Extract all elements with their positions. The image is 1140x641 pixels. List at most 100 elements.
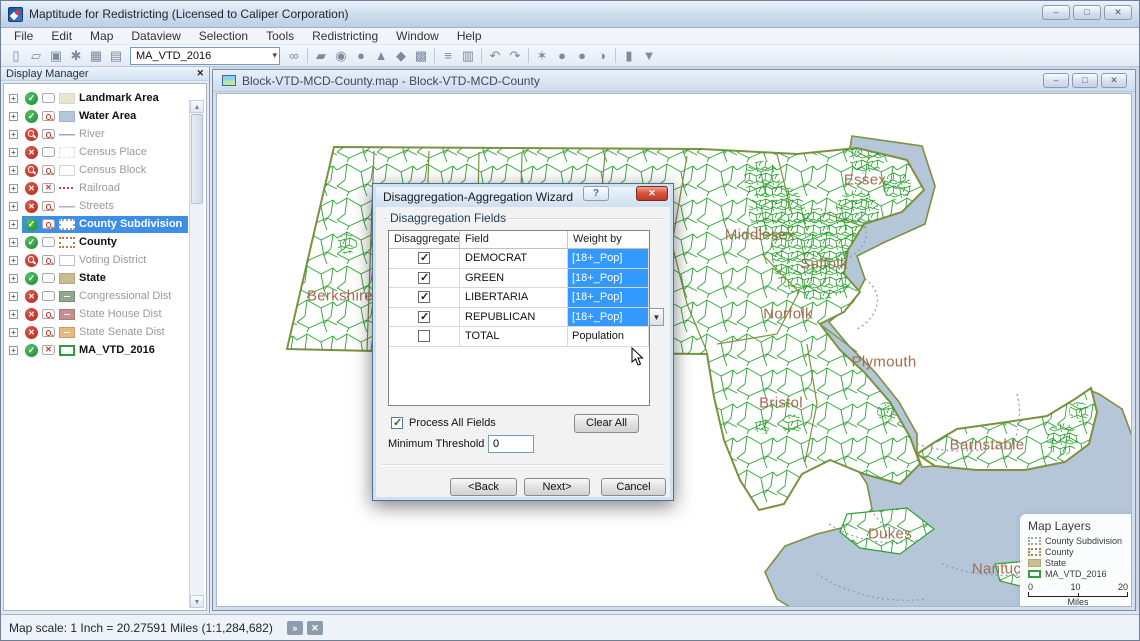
column-header-weight-by[interactable]: Weight by: [568, 231, 649, 248]
scrollbar-thumb[interactable]: [191, 114, 203, 204]
weight-by-cell[interactable]: [18+_Pop]: [568, 249, 649, 268]
panel-close-icon[interactable]: ✕: [196, 68, 204, 79]
label-tag-icon[interactable]: [42, 93, 55, 103]
label-tag-icon[interactable]: [42, 219, 55, 229]
dataview-icon[interactable]: ▥: [458, 47, 478, 65]
next-button[interactable]: Next>: [524, 478, 590, 496]
menu-item[interactable]: Tools: [257, 29, 303, 43]
layer-row[interactable]: + Railroad: [4, 179, 206, 197]
layer-row[interactable]: + State: [4, 269, 206, 287]
layer-row[interactable]: + State Senate Dist: [4, 323, 206, 341]
layer-name[interactable]: Congressional Dist: [79, 290, 171, 302]
layer-visibility-icon[interactable]: [25, 146, 38, 159]
label-tag-icon[interactable]: [42, 201, 55, 211]
theme-icon[interactable]: ●: [351, 47, 371, 65]
layer-visibility-icon[interactable]: [25, 254, 38, 267]
district-icon[interactable]: ●: [572, 47, 592, 65]
weight-by-cell[interactable]: [18+_Pop]: [568, 269, 649, 288]
status-expand-button[interactable]: »: [287, 621, 303, 635]
layer-name[interactable]: Voting District: [79, 254, 146, 266]
expand-icon[interactable]: +: [9, 94, 18, 103]
layer-row[interactable]: + Water Area: [4, 107, 206, 125]
layer-row[interactable]: + Census Block: [4, 161, 206, 179]
cancel-button[interactable]: Cancel: [601, 478, 666, 496]
layer-name[interactable]: State House Dist: [79, 308, 162, 320]
disaggregate-checkbox[interactable]: [418, 272, 430, 284]
save-icon[interactable]: ▣: [46, 47, 66, 65]
menu-item[interactable]: Selection: [190, 29, 257, 43]
field-cell[interactable]: TOTAL: [460, 327, 568, 346]
layer-visibility-icon[interactable]: [25, 200, 38, 213]
layer-visibility-icon[interactable]: [25, 218, 38, 231]
layer-row[interactable]: + Congressional Dist: [4, 287, 206, 305]
layer-name[interactable]: River: [79, 128, 105, 140]
layer-row[interactable]: + MA_VTD_2016: [4, 341, 206, 359]
disaggregate-checkbox[interactable]: [418, 291, 430, 303]
maximize-button[interactable]: □: [1073, 5, 1101, 20]
map-close-button[interactable]: ✕: [1101, 73, 1127, 88]
menu-item[interactable]: File: [5, 29, 42, 43]
expand-icon[interactable]: +: [9, 184, 18, 193]
menu-item[interactable]: Window: [387, 29, 448, 43]
menu-item[interactable]: Redistricting: [303, 29, 387, 43]
process-all-fields-checkbox[interactable]: [391, 417, 403, 429]
field-cell[interactable]: REPUBLICAN: [460, 308, 568, 327]
layer-name[interactable]: County Subdivision: [79, 218, 182, 230]
menu-item[interactable]: Edit: [42, 29, 81, 43]
lock-icon[interactable]: ▮: [619, 47, 639, 65]
layer-visibility-icon[interactable]: [25, 110, 38, 123]
layer-visibility-icon[interactable]: [25, 182, 38, 195]
menu-item[interactable]: Map: [81, 29, 122, 43]
layer-visibility-icon[interactable]: [25, 128, 38, 141]
expand-icon[interactable]: +: [9, 238, 18, 247]
map-maximize-button[interactable]: □: [1072, 73, 1098, 88]
layer-visibility-icon[interactable]: [25, 344, 38, 357]
label-tag-icon[interactable]: [42, 273, 55, 283]
layer-row[interactable]: + Voting District: [4, 251, 206, 269]
label-tag-icon[interactable]: [42, 345, 55, 355]
expand-icon[interactable]: +: [9, 148, 18, 157]
column-header-disaggregate[interactable]: Disaggregate: [389, 231, 460, 248]
label-tag-icon[interactable]: [42, 291, 55, 301]
field-cell[interactable]: DEMOCRAT: [460, 249, 568, 268]
style-icon[interactable]: ◉: [331, 47, 351, 65]
expand-icon[interactable]: +: [9, 328, 18, 337]
expand-icon[interactable]: +: [9, 346, 18, 355]
map-window-title-bar[interactable]: Block-VTD-MCD-County.map - Block-VTD-MCD…: [213, 70, 1135, 92]
layer-row[interactable]: + Landmark Area: [4, 89, 206, 107]
map-layers-legend[interactable]: Map Layers County Subdivision County Sta…: [1020, 514, 1132, 607]
new-map-icon[interactable]: ▯: [6, 47, 26, 65]
layer-row[interactable]: + State House Dist: [4, 305, 206, 323]
menu-item[interactable]: Help: [448, 29, 491, 43]
weight-by-cell[interactable]: [18+_Pop] ▼: [568, 308, 649, 327]
expand-icon[interactable]: +: [9, 166, 18, 175]
map-canvas[interactable]: BerkshireEssexMiddlesexSuffolkNorfolkPly…: [216, 93, 1132, 607]
layer-name[interactable]: Railroad: [79, 182, 120, 194]
menu-item[interactable]: Dataview: [122, 29, 189, 43]
scroll-down-icon[interactable]: ▼: [190, 595, 204, 608]
undo-icon[interactable]: ↶: [485, 47, 505, 65]
expand-icon[interactable]: +: [9, 202, 18, 211]
status-close-button[interactable]: ✕: [307, 621, 323, 635]
filter-icon[interactable]: ▼: [639, 47, 659, 65]
scroll-up-icon[interactable]: ▲: [190, 100, 204, 113]
label-tag-icon[interactable]: [42, 129, 55, 139]
dialog-title-bar[interactable]: Disaggregation-Aggregation Wizard: [376, 187, 670, 207]
layer-row[interactable]: + County: [4, 233, 206, 251]
find-icon[interactable]: ∞: [284, 47, 304, 65]
layer-name[interactable]: Water Area: [79, 110, 136, 122]
column-header-field[interactable]: Field: [460, 231, 568, 248]
layer-name[interactable]: Census Place: [79, 146, 147, 158]
expand-icon[interactable]: +: [9, 256, 18, 265]
back-button[interactable]: <Back: [450, 478, 517, 496]
select-area-icon[interactable]: ▩: [411, 47, 431, 65]
map-minimize-button[interactable]: –: [1043, 73, 1069, 88]
expand-icon[interactable]: +: [9, 220, 18, 229]
layer-name[interactable]: State Senate Dist: [79, 326, 165, 338]
pin-icon[interactable]: ✶: [532, 47, 552, 65]
layer-visibility-icon[interactable]: [25, 164, 38, 177]
layer-visibility-icon[interactable]: [25, 272, 38, 285]
expand-icon[interactable]: +: [9, 112, 18, 121]
expand-icon[interactable]: +: [9, 310, 18, 319]
clear-all-button[interactable]: Clear All: [574, 414, 639, 433]
